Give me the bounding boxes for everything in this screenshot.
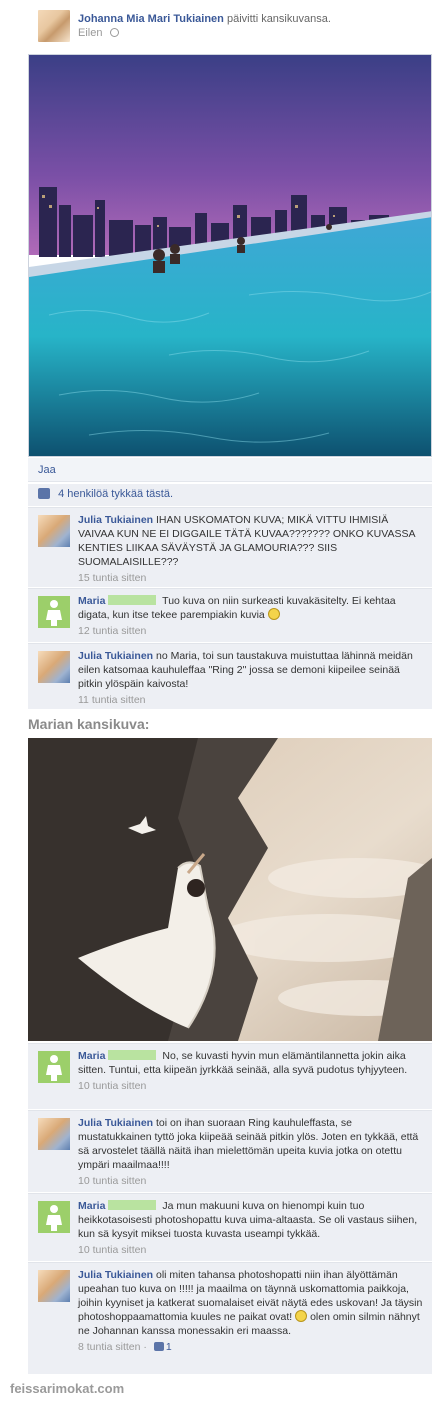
person-icon bbox=[46, 1205, 62, 1231]
redacted-surname bbox=[108, 1200, 157, 1210]
author-link[interactable]: Johanna Mia Mari Tukiainen bbox=[78, 13, 224, 25]
comment-time[interactable]: 15 tuntia sitten bbox=[78, 571, 424, 585]
redacted-surname bbox=[108, 595, 157, 605]
comment-time[interactable]: 10 tuntia sitten bbox=[78, 1243, 424, 1257]
avatar[interactable] bbox=[38, 596, 70, 628]
avatar[interactable] bbox=[38, 515, 70, 547]
comment-author[interactable]: Maria bbox=[78, 1200, 105, 1212]
watermark: feissarimokat.com bbox=[10, 1381, 125, 1396]
avatar[interactable] bbox=[38, 1051, 70, 1083]
post-time[interactable]: Eilen bbox=[78, 27, 102, 39]
thumbs-up-icon bbox=[153, 1342, 164, 1351]
likes-summary: 4 henkilöä tykkää tästä. bbox=[28, 484, 432, 506]
pool-image bbox=[29, 55, 431, 456]
comment: Julia Tukiainen no Maria, toi sun tausta… bbox=[28, 643, 432, 709]
comment: Julia Tukiainen toi on ihan suoraan Ring… bbox=[28, 1110, 432, 1192]
comment: Maria Tuo kuva on niin surkeasti kuvakäs… bbox=[28, 588, 432, 642]
comment: Julia Tukiainen oli miten tahansa photos… bbox=[28, 1262, 432, 1374]
comment: Maria No, se kuvasti hyvin mun elämäntil… bbox=[28, 1043, 432, 1109]
comment-meta: 8 tuntia sitten · 1 bbox=[78, 1341, 172, 1353]
comment-author[interactable]: Julia Tukiainen bbox=[78, 514, 153, 526]
share-link[interactable]: Jaa bbox=[38, 464, 56, 476]
smiley-icon bbox=[267, 608, 280, 620]
comment: Maria Ja mun makuuni kuva on hienompi ku… bbox=[28, 1193, 432, 1261]
cliff-image bbox=[28, 738, 432, 1041]
comment-like-count[interactable]: 1 bbox=[166, 1341, 172, 1353]
post-title: Johanna Mia Mari Tukiainen päivitti kans… bbox=[78, 12, 331, 26]
comment: Julia Tukiainen IHAN USKOMATON KUVA; MIK… bbox=[28, 507, 432, 587]
globe-icon bbox=[109, 28, 119, 37]
cover-photo-pool[interactable] bbox=[28, 54, 432, 457]
comment-author[interactable]: Julia Tukiainen bbox=[78, 1117, 153, 1129]
post-header: Johanna Mia Mari Tukiainen päivitti kans… bbox=[38, 10, 438, 46]
comment-time[interactable]: 11 tuntia sitten bbox=[78, 693, 424, 707]
comment-time[interactable]: 10 tuntia sitten bbox=[78, 1079, 424, 1093]
cover-photo-cliff[interactable] bbox=[28, 738, 432, 1041]
section-label: Marian kansikuva: bbox=[28, 716, 150, 732]
person-icon bbox=[46, 600, 62, 626]
avatar[interactable] bbox=[38, 1201, 70, 1233]
comment-author[interactable]: Maria bbox=[78, 1050, 105, 1062]
comment-time[interactable]: 10 tuntia sitten bbox=[78, 1174, 424, 1188]
redacted-surname bbox=[108, 1050, 157, 1060]
comment-author[interactable]: Julia Tukiainen bbox=[78, 1269, 153, 1281]
likes-link[interactable]: 4 henkilöä tykkää tästä. bbox=[58, 488, 173, 500]
comment-time[interactable]: 8 tuntia sitten bbox=[78, 1341, 140, 1353]
comment-author[interactable]: Julia Tukiainen bbox=[78, 650, 153, 662]
post-actions: Jaa bbox=[28, 458, 432, 482]
person-icon bbox=[46, 1055, 62, 1081]
avatar[interactable] bbox=[38, 1270, 70, 1302]
post-meta: Eilen bbox=[78, 27, 119, 39]
avatar[interactable] bbox=[38, 1118, 70, 1150]
post-action: päivitti kansikuvansa. bbox=[226, 13, 331, 25]
smiley-icon bbox=[295, 1310, 308, 1322]
comment-time[interactable]: 12 tuntia sitten bbox=[78, 624, 424, 638]
comment-author[interactable]: Maria bbox=[78, 595, 105, 607]
thumbs-up-icon bbox=[38, 488, 50, 499]
avatar[interactable] bbox=[38, 10, 70, 42]
avatar[interactable] bbox=[38, 651, 70, 683]
